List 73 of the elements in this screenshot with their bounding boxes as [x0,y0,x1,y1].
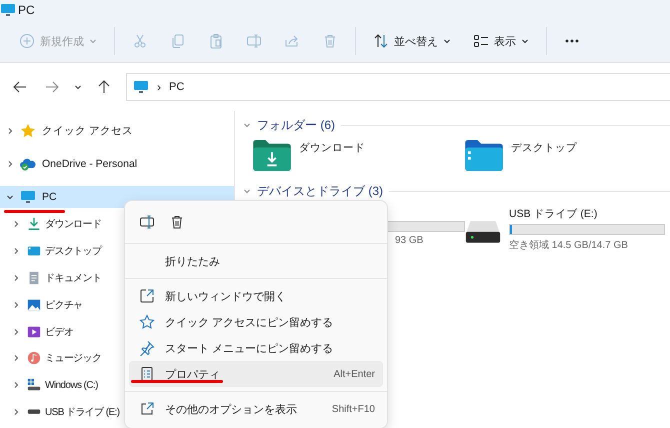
recent-icon[interactable] [74,83,82,91]
caret-icon [521,37,529,45]
menu-item[interactable]: スタート メニューにピン留めする [129,335,383,361]
download-icon [27,217,41,232]
video-icon [27,324,41,339]
desktop-icon [27,244,41,258]
chevron-right-icon[interactable] [6,160,14,168]
cloud-icon [20,156,36,172]
folder-name[interactable]: ダウンロード [299,141,365,155]
breadcrumb-separator: › [157,80,161,94]
paste-icon [208,33,224,49]
annotation-underline [4,210,65,213]
chevron-right-icon[interactable] [12,354,20,362]
forward-icon[interactable] [44,79,60,95]
drive-icon [27,378,41,392]
star-icon [139,314,155,330]
open-window-icon [139,288,155,304]
chevron-right-icon[interactable] [12,220,20,228]
breadcrumb-item[interactable]: PC [169,81,184,93]
delete-icon [169,214,185,230]
chevron-right-icon[interactable] [12,328,20,336]
drive-name[interactable]: USB ドライブ (E:) [509,207,665,221]
pc-icon [0,2,16,18]
copy-icon [170,33,186,49]
drive-icon [27,409,41,415]
document-icon [27,270,41,285]
cut-icon [132,33,148,49]
usage-text: 93 GB [395,235,424,246]
more-options-icon [139,401,155,417]
chevron-right-icon[interactable] [12,247,20,256]
folder-icon[interactable] [465,139,503,171]
menu-item[interactable]: 新しいウィンドウで開く [129,283,383,309]
menu-item[interactable]: その他のオプションを表示 Shift+F10 [129,396,383,422]
chevron-down-icon[interactable] [6,193,14,201]
tree-item[interactable]: OneDrive - Personal [0,153,234,175]
more-icon [564,39,580,43]
chevron-right-icon[interactable] [6,127,14,135]
menu-item[interactable]: クイック アクセスにピン留めする [129,309,383,335]
caret-icon [443,37,451,45]
pictures-icon [27,298,41,312]
usage-text: 空き領域 14.5 GB/14.7 GB [509,238,629,252]
section-title: デバイスとドライブ (3) [257,182,383,200]
folder-icon[interactable] [253,139,291,171]
share-icon [284,33,300,49]
up-icon[interactable] [96,79,112,95]
chevron-right-icon[interactable] [12,381,20,390]
sort-button[interactable]: 並べ替え [364,29,460,53]
pin-icon [139,340,155,356]
view-icon [473,33,489,49]
rename-icon [139,214,155,230]
tree-item[interactable]: クイック アクセス [0,120,234,142]
section-title: フォルダー (6) [257,116,335,134]
properties-icon [139,366,155,382]
back-icon[interactable] [12,79,28,95]
sort-icon [373,33,389,49]
window-title: PC [18,3,35,17]
caret-icon [89,37,97,45]
menu-item[interactable]: 折りたたみ [129,248,383,274]
folder-name[interactable]: デスクトップ [511,141,577,155]
star-icon [20,123,36,139]
chevron-right-icon[interactable] [12,300,20,309]
plus-icon [19,33,35,49]
chevron-right-icon[interactable] [12,408,20,416]
pc-icon [20,189,36,205]
pc-icon [133,79,149,95]
address-bar[interactable]: › PC [126,73,670,101]
chevron-right-icon[interactable] [12,274,20,282]
view-button[interactable]: 表示 [464,29,538,53]
music-icon [27,351,41,366]
delete-icon [322,33,338,49]
menu-item[interactable]: プロパティ Alt+Enter [129,361,383,387]
rename-icon [246,33,262,49]
tree-item[interactable]: ダウンロード [0,211,234,238]
